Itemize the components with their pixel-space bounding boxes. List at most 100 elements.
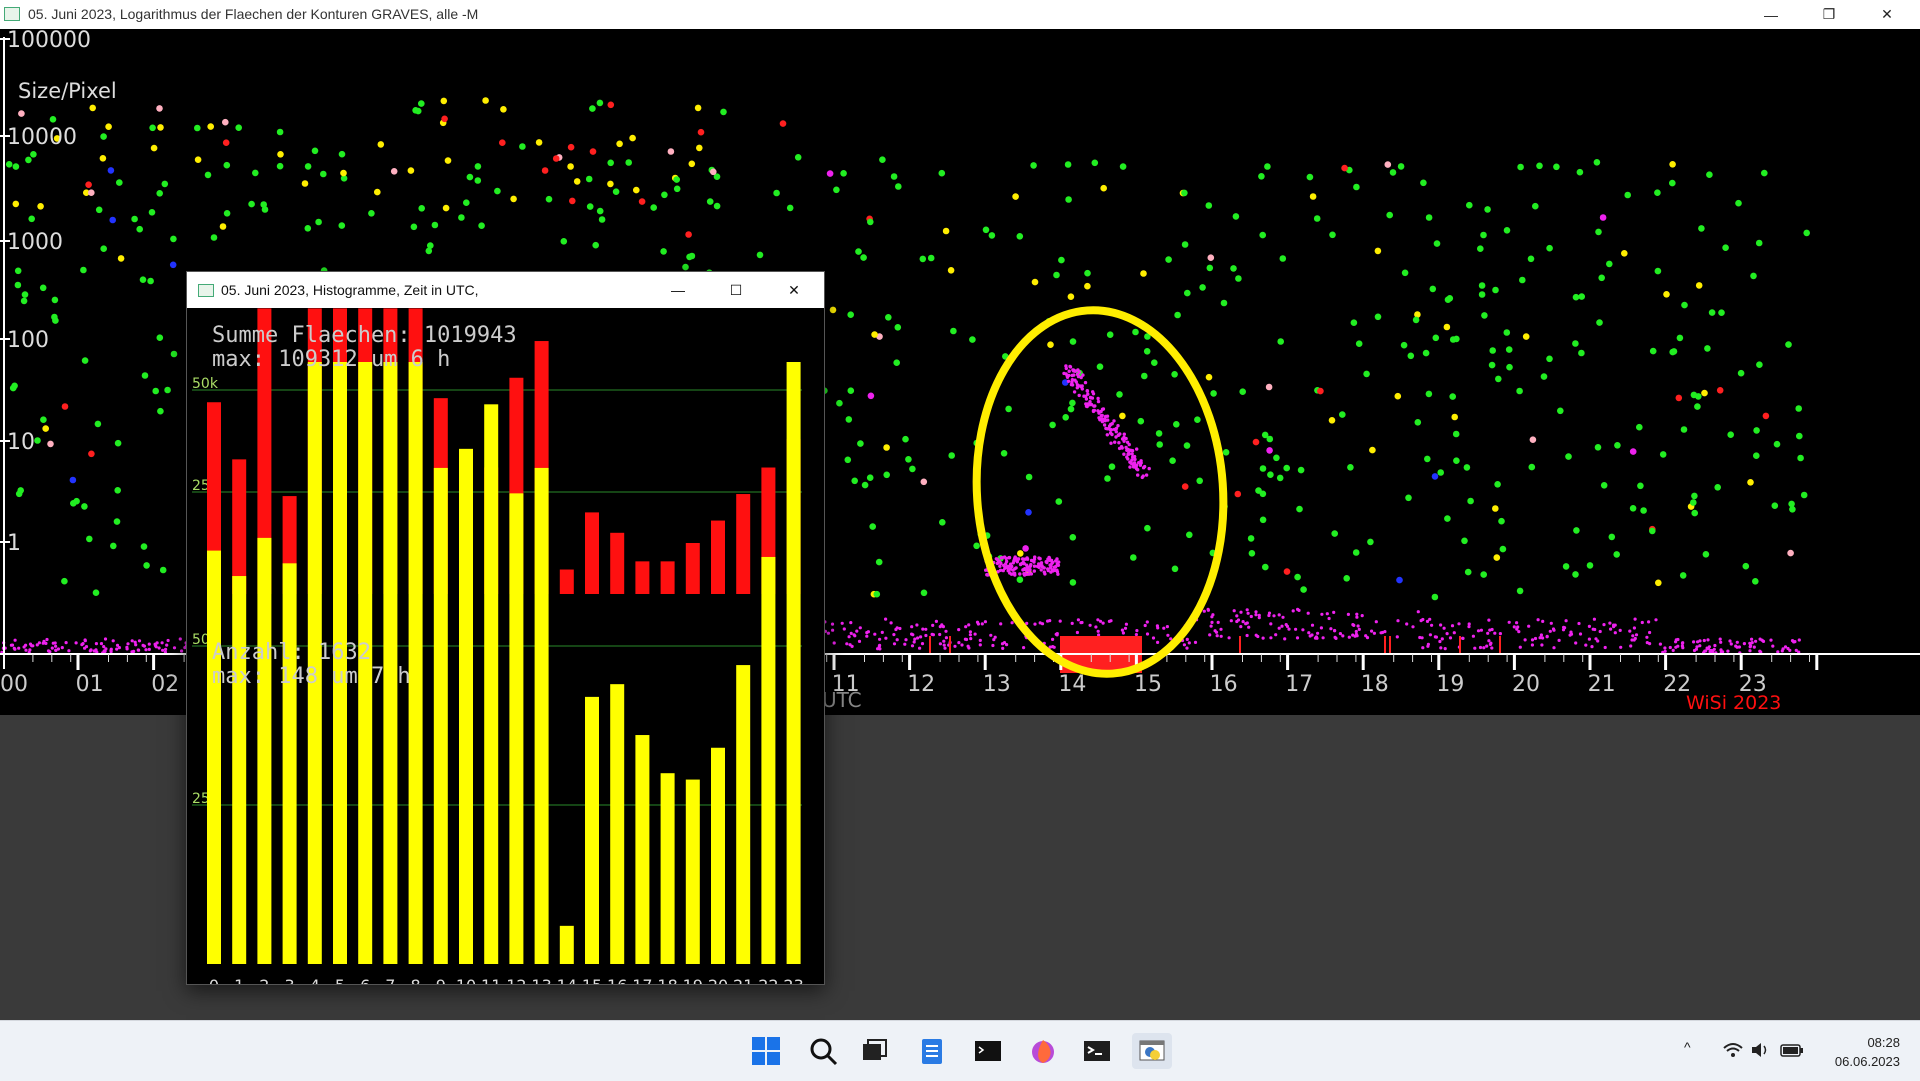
browser-button[interactable] [1023, 1033, 1063, 1069]
scatter-point [612, 188, 620, 195]
baseline-point [83, 638, 87, 642]
scatter-point [1536, 162, 1543, 170]
baseline-point [126, 642, 130, 646]
baseline-point [1748, 641, 1752, 645]
wifi-button[interactable] [1722, 1041, 1744, 1062]
baseline-point [1374, 620, 1378, 624]
main-window-titlebar[interactable]: 05. Juni 2023, Logarithmus der Flaechen … [0, 0, 1920, 29]
baseline-point [64, 641, 68, 645]
histogram-close-button[interactable]: ✕ [771, 272, 817, 308]
streak-point [1116, 433, 1121, 437]
baseline-point [1269, 636, 1273, 640]
streak-point [1126, 457, 1130, 461]
x-tick-label: 02 [151, 672, 179, 697]
baseline-point [904, 638, 908, 642]
scatter-point [638, 198, 646, 205]
scatter-point [1461, 537, 1468, 545]
histogram-maximize-button[interactable]: ☐ [713, 272, 759, 308]
scatter-point [1517, 163, 1524, 171]
baseline-point [1645, 635, 1649, 639]
baseline-point [1219, 634, 1223, 638]
scatter-point [427, 242, 434, 249]
baseline-point [130, 639, 134, 643]
hour-label: 23 [783, 976, 803, 984]
scatter-point [1478, 282, 1486, 289]
baseline-point [153, 642, 157, 646]
baseline-point [1490, 627, 1494, 632]
scatter-point [474, 163, 482, 170]
x-tick-label: 14 [1058, 672, 1086, 697]
scatter-point [988, 232, 996, 239]
scatter-point [70, 500, 77, 507]
scatter-point [1181, 189, 1188, 197]
baseline-point [1120, 628, 1124, 632]
baseline-point [1124, 622, 1128, 626]
y-tick-label: 10 [7, 430, 35, 455]
terminal-button[interactable] [968, 1033, 1008, 1069]
notepad-button[interactable] [912, 1033, 952, 1069]
scatter-point [21, 291, 29, 298]
baseline-point [944, 629, 948, 633]
baseline-point [136, 648, 140, 652]
baseline-point [1257, 616, 1261, 620]
baseline-point [1594, 637, 1598, 641]
scatter-point [1210, 390, 1217, 397]
baseline-point [1269, 622, 1273, 626]
tray-overflow-button[interactable]: ^ [1684, 1039, 1691, 1055]
baseline-point [1569, 630, 1573, 634]
scatter-point [1498, 517, 1505, 525]
scatter-point [34, 437, 41, 444]
baseline-point [1769, 638, 1773, 642]
minimize-button[interactable]: — [1748, 0, 1794, 29]
baseline-point [1647, 620, 1651, 624]
console-button[interactable] [1077, 1033, 1117, 1069]
scatter-point [1030, 162, 1037, 169]
wifi-icon [1723, 1043, 1743, 1057]
baseline-point [934, 619, 939, 624]
python-app-button[interactable] [1132, 1033, 1172, 1069]
scatter-point [440, 97, 448, 105]
battery-button[interactable] [1780, 1041, 1804, 1062]
baseline-point [60, 646, 64, 650]
baseline-point [1430, 623, 1434, 627]
baseline-point [1584, 643, 1588, 647]
histogram-window-titlebar[interactable]: 05. Juni 2023, Histogramme, Zeit in UTC,… [187, 272, 824, 308]
scatter-point [694, 104, 702, 112]
hour-label: 20 [708, 976, 728, 984]
start-button[interactable] [746, 1033, 786, 1069]
baseline-point [1246, 611, 1250, 615]
streak-point [1047, 556, 1052, 561]
system-clock[interactable]: 08:28 06.06.2023 [1835, 1033, 1900, 1071]
scatter-point [1220, 299, 1228, 307]
streak-point [1134, 467, 1139, 471]
baseline-point [1341, 634, 1345, 638]
scatter-point [607, 159, 614, 167]
scatter-point [1576, 168, 1584, 176]
scatter-point [1016, 576, 1024, 583]
scatter-point [1022, 545, 1029, 552]
scatter-point [1000, 450, 1008, 457]
scatter-point [919, 255, 927, 263]
restore-button[interactable]: ❐ [1806, 0, 1852, 29]
volume-button[interactable] [1750, 1041, 1772, 1062]
scatter-point [368, 210, 375, 217]
streak-point [1116, 424, 1120, 428]
scatter-point [1527, 255, 1535, 263]
scatter-point [25, 156, 32, 164]
histogram-window[interactable]: 05. Juni 2023, Histogramme, Zeit in UTC,… [186, 271, 825, 985]
scatter-point [1614, 442, 1621, 449]
baseline-point [1206, 607, 1210, 611]
scatter-point [1654, 189, 1661, 196]
scatter-point [276, 162, 284, 170]
area-bar [736, 494, 751, 594]
task-view-button[interactable] [855, 1033, 895, 1069]
scatter-point [1143, 348, 1151, 355]
search-button[interactable] [803, 1033, 843, 1069]
baseline-point [1354, 632, 1358, 636]
histogram-minimize-button[interactable]: — [655, 272, 701, 308]
scatter-point [1374, 313, 1382, 321]
close-button[interactable]: ✕ [1864, 0, 1910, 29]
scatter-point [1690, 499, 1697, 506]
baseline-point [67, 649, 71, 653]
streak-point [1068, 365, 1073, 369]
